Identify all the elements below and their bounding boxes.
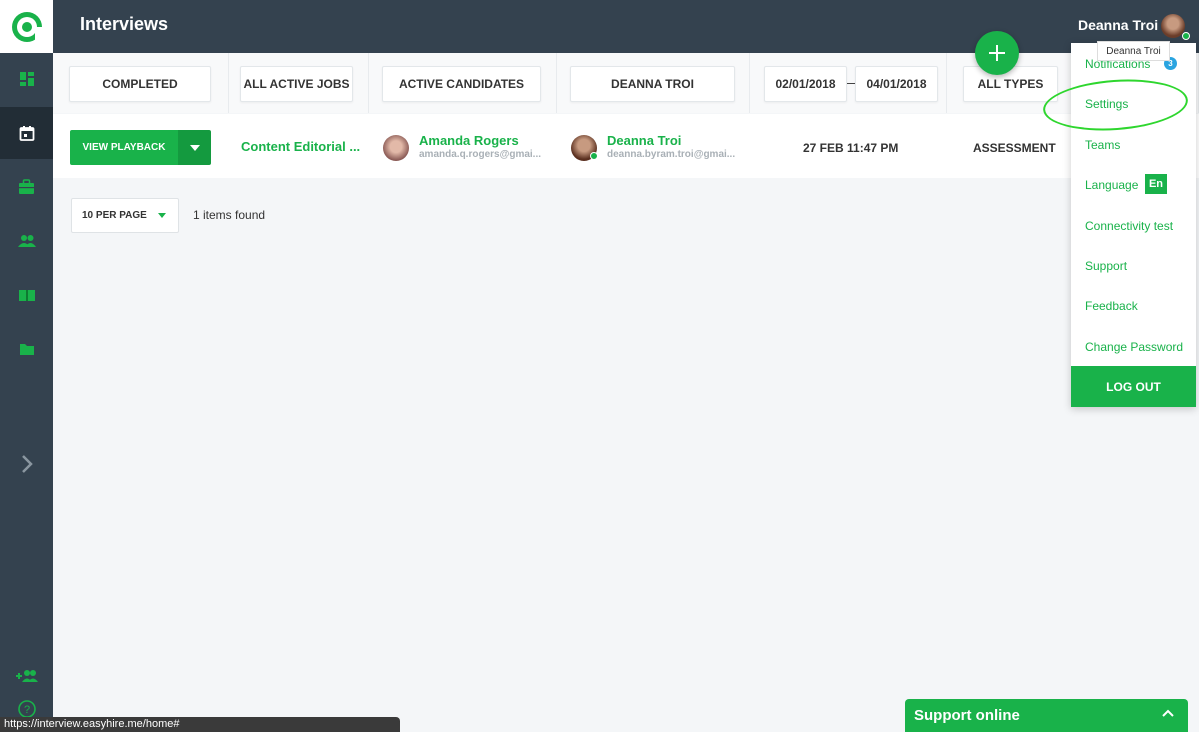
online-status-dot	[590, 152, 598, 160]
playback-options-button[interactable]	[178, 130, 211, 165]
view-playback-button[interactable]: VIEW PLAYBACK	[70, 130, 178, 165]
dashboard-icon	[19, 72, 34, 86]
per-page-select[interactable]: 10 PER PAGE	[71, 198, 179, 233]
logout-button[interactable]: LOG OUT	[1071, 366, 1196, 407]
folder-icon	[19, 344, 34, 355]
job-link[interactable]: Content Editorial ...	[241, 139, 360, 154]
briefcase-icon	[19, 179, 34, 194]
user-name[interactable]: Deanna Troi	[1078, 17, 1158, 33]
types-filter[interactable]: ALL TYPES	[963, 66, 1058, 102]
chevron-right-icon	[21, 455, 33, 473]
date-to-input[interactable]: 04/01/2018	[855, 66, 938, 102]
user-tooltip: Deanna Troi	[1097, 41, 1170, 61]
app-logo[interactable]	[0, 0, 53, 53]
per-page-label: 10 PER PAGE	[82, 210, 147, 221]
top-bar: Interviews Deanna Troi	[53, 0, 1199, 53]
status-filter[interactable]: COMPLETED	[69, 66, 211, 102]
nav-library[interactable]	[0, 269, 53, 321]
support-online-label: Support online	[914, 707, 1020, 724]
nav-jobs[interactable]	[0, 161, 53, 213]
date-from-input[interactable]: 02/01/2018	[764, 66, 847, 102]
nav-folders[interactable]	[0, 323, 53, 375]
calendar-icon	[19, 126, 34, 141]
people-icon	[17, 235, 36, 247]
add-interview-button[interactable]	[975, 31, 1019, 75]
interviewer-name[interactable]: Deanna Troi	[607, 133, 681, 148]
help-icon: ?	[17, 700, 36, 718]
candidate-name[interactable]: Amanda Rogers	[419, 133, 519, 148]
status-bar-url: https://interview.easyhire.me/home#	[0, 717, 400, 732]
candidate-email: amanda.q.rogers@gmai...	[419, 149, 542, 160]
menu-language[interactable]: Language	[1085, 178, 1138, 192]
caret-down-icon	[158, 213, 166, 218]
menu-change-password[interactable]: Change Password	[1085, 340, 1183, 354]
nav-candidates[interactable]	[0, 215, 53, 267]
page-title: Interviews	[80, 14, 169, 34]
candidate-avatar	[383, 135, 409, 161]
nav-interviews[interactable]	[0, 107, 53, 159]
language-code-badge[interactable]: En	[1145, 174, 1167, 194]
plus-icon	[989, 45, 1005, 61]
chevron-up-icon	[1162, 709, 1174, 717]
support-online-widget[interactable]: Support online	[905, 699, 1188, 732]
menu-teams[interactable]: Teams	[1085, 138, 1120, 152]
menu-feedback[interactable]: Feedback	[1085, 299, 1138, 313]
interview-type: ASSESSMENT	[973, 141, 1056, 155]
date-range-separator	[847, 83, 855, 84]
menu-support[interactable]: Support	[1085, 259, 1127, 273]
sidebar: ?	[0, 0, 53, 732]
expand-sidebar[interactable]	[0, 438, 53, 490]
interview-datetime: 27 FEB 11:47 PM	[803, 141, 899, 155]
candidates-filter[interactable]: ACTIVE CANDIDATES	[382, 66, 541, 102]
add-people-icon	[15, 670, 38, 682]
caret-down-icon	[189, 144, 200, 151]
menu-connectivity-test[interactable]: Connectivity test	[1085, 219, 1173, 233]
svg-text:?: ?	[23, 704, 29, 716]
interviewer-filter[interactable]: DEANNA TROI	[570, 66, 735, 102]
online-status-dot	[1182, 32, 1190, 40]
interviewer-email: deanna.byram.troi@gmai...	[607, 149, 736, 160]
items-found-count: 1 items found	[193, 208, 266, 222]
jobs-filter[interactable]: ALL ACTIVE JOBS	[240, 66, 353, 102]
logo-icon	[11, 11, 45, 45]
book-icon	[18, 290, 35, 301]
nav-dashboard[interactable]	[0, 53, 53, 105]
